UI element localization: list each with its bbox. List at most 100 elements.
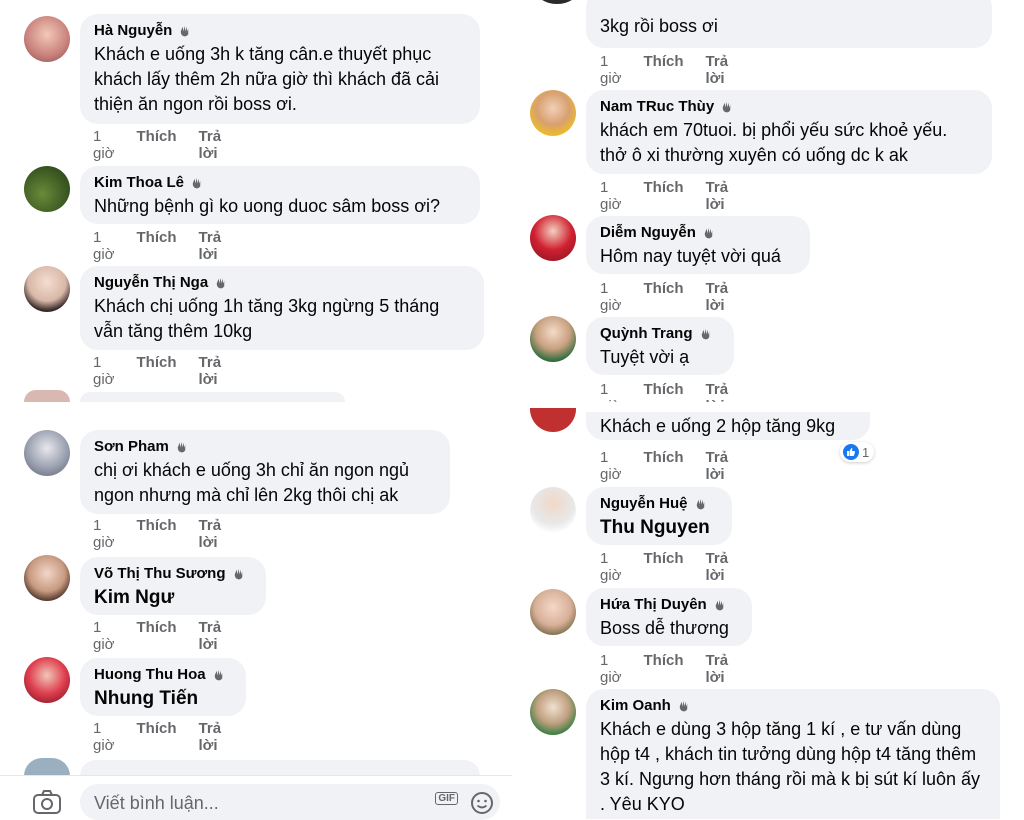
avatar[interactable]: [530, 487, 576, 533]
reply-button[interactable]: Trả lời: [199, 619, 222, 653]
avatar[interactable]: [530, 316, 576, 362]
like-button[interactable]: Thích: [137, 128, 177, 162]
comment-time[interactable]: 1 giờ: [600, 179, 622, 213]
commenter-name[interactable]: Nguyễn Huệ: [600, 495, 718, 512]
like-button[interactable]: Thích: [644, 179, 684, 213]
waving-hand-icon: [192, 177, 201, 189]
commenter-name[interactable]: Sơn Pham: [94, 438, 436, 455]
avatar[interactable]: [24, 657, 70, 703]
comment-time[interactable]: 1 giờ: [600, 280, 622, 314]
commenter-name[interactable]: Hà Nguyễn: [94, 22, 466, 39]
commenter-name[interactable]: Kim Oanh: [600, 697, 986, 714]
reply-button[interactable]: Trả lời: [199, 354, 222, 388]
reply-button[interactable]: Trả lời: [706, 652, 729, 686]
like-reaction-icon: [843, 444, 859, 460]
avatar[interactable]: [24, 266, 70, 312]
reply-button[interactable]: Trả lời: [706, 179, 729, 213]
commenter-name[interactable]: Võ Thị Thu Sương: [94, 565, 252, 582]
commenter-name-text[interactable]: Hà Nguyễn: [94, 22, 172, 39]
reply-button[interactable]: Trả lời: [706, 53, 729, 87]
gif-button[interactable]: GIF: [435, 792, 458, 805]
avatar[interactable]: [530, 589, 576, 635]
tagged-user[interactable]: Kim Ngư: [94, 585, 252, 610]
like-button[interactable]: Thích: [644, 280, 684, 314]
commenter-name-text[interactable]: Sơn Pham: [94, 438, 169, 455]
comment-time[interactable]: 1 giờ: [93, 128, 115, 162]
comment-time[interactable]: 1 giờ: [93, 229, 115, 263]
like-button[interactable]: Thích: [137, 229, 177, 263]
like-button[interactable]: Thích: [137, 720, 177, 754]
commenter-name-text[interactable]: Kim Thoa Lê: [94, 174, 184, 191]
comment-actions: 1 giờ Thích Trả lời: [600, 652, 750, 686]
commenter-name-text[interactable]: Võ Thị Thu Sương: [94, 565, 226, 582]
camera-icon[interactable]: [32, 790, 62, 814]
avatar[interactable]: [534, 0, 580, 4]
comment-input[interactable]: Viết bình luận... GIF: [80, 784, 500, 820]
comment-time[interactable]: 1 giờ: [600, 449, 622, 483]
like-button[interactable]: Thích: [644, 53, 684, 87]
waving-hand-icon: [696, 498, 704, 510]
left-comment-panel: Hà Nguyễn Khách e uống 3h k tăng cân.e t…: [0, 0, 512, 820]
commenter-name[interactable]: Nam TRuc Thùy: [600, 98, 978, 115]
commenter-name-text[interactable]: Nguyễn Thị Nga: [94, 274, 208, 291]
commenter-name-text[interactable]: Nam TRuc Thùy: [600, 98, 714, 115]
emoji-icon[interactable]: [470, 791, 494, 815]
reply-button[interactable]: Trả lời: [199, 720, 222, 754]
comment-actions: 1 giờ Thích Trả lời: [93, 128, 243, 162]
commenter-name[interactable]: Nguyễn Thị Nga: [94, 274, 470, 291]
tagged-user[interactable]: Nhung Tiến: [94, 686, 232, 711]
comment-text: Khách chị uống 1h tăng 3kg ngừng 5 tháng…: [94, 296, 440, 341]
commenter-name-text[interactable]: Diễm Nguyễn: [600, 224, 696, 241]
reply-button[interactable]: Trả lời: [706, 550, 729, 584]
comment-text: Khách e dùng 3 hộp tăng 1 kí , e tư vấn …: [600, 719, 981, 814]
comment-time[interactable]: 1 giờ: [93, 517, 115, 551]
comment-time[interactable]: 1 giờ: [600, 53, 622, 87]
comment-composer: Viết bình luận... GIF: [0, 775, 512, 820]
tagged-user[interactable]: Thu Nguyen: [600, 515, 718, 540]
reply-button[interactable]: Trả lời: [199, 128, 222, 162]
commenter-name-text[interactable]: Huong Thu Hoa: [94, 666, 206, 683]
comment-bubble: 3kg rồi boss ơi: [586, 0, 992, 48]
commenter-name-text[interactable]: Quỳnh Trang: [600, 325, 693, 342]
avatar[interactable]: [24, 555, 70, 601]
like-button[interactable]: Thích: [644, 652, 684, 686]
reply-button[interactable]: Trả lời: [199, 517, 222, 551]
commenter-name[interactable]: Hứa Thị Duyên: [600, 596, 738, 613]
comment-bubble: Quỳnh Trang Tuyệt vời ạ: [586, 317, 734, 375]
commenter-name[interactable]: Quỳnh Trang: [600, 325, 720, 342]
avatar[interactable]: [24, 166, 70, 212]
reaction-count[interactable]: 1: [840, 442, 875, 462]
reply-button[interactable]: Trả lời: [706, 280, 729, 314]
comment-time[interactable]: 1 giờ: [93, 619, 115, 653]
commenter-name-text[interactable]: Nguyễn Huệ: [600, 495, 688, 512]
comment-time[interactable]: 1 giờ: [600, 652, 622, 686]
avatar[interactable]: [24, 16, 70, 62]
commenter-name-text[interactable]: Hứa Thị Duyên: [600, 596, 707, 613]
commenter-name-text[interactable]: Kim Oanh: [600, 697, 671, 714]
waving-hand-icon: [715, 599, 723, 611]
reply-button[interactable]: Trả lời: [706, 449, 729, 483]
like-button[interactable]: Thích: [137, 517, 177, 551]
like-button[interactable]: Thích: [644, 550, 684, 584]
comment-text: Những bệnh gì ko uong duoc sâm boss ơi?: [94, 196, 441, 216]
comment-text: khách em 70tuoi. bị phổi yếu sức khoẻ yế…: [600, 120, 948, 165]
avatar[interactable]: [530, 90, 576, 136]
comment-time[interactable]: 1 giờ: [93, 720, 115, 754]
comment-time[interactable]: 1 giờ: [93, 354, 115, 388]
avatar[interactable]: [530, 215, 576, 261]
commenter-name[interactable]: Huong Thu Hoa: [94, 666, 232, 683]
like-button[interactable]: Thích: [137, 354, 177, 388]
avatar[interactable]: [24, 430, 70, 476]
reply-button[interactable]: Trả lời: [199, 229, 222, 263]
comment-bubble: Huong Thu Hoa Nhung Tiến: [80, 658, 246, 716]
comment-time[interactable]: 1 giờ: [600, 550, 622, 584]
like-button[interactable]: Thích: [137, 619, 177, 653]
commenter-name[interactable]: Diễm Nguyễn: [600, 224, 796, 241]
comment-bubble: Nguyễn Huệ Thu Nguyen: [586, 487, 732, 545]
comment-bubble: Hứa Thị Duyên Boss dễ thương: [586, 588, 752, 646]
like-button[interactable]: Thích: [644, 449, 684, 483]
avatar[interactable]: [530, 408, 576, 432]
commenter-name[interactable]: Kim Thoa Lê: [94, 174, 466, 191]
comment-bubble: Nguyễn Thị Nga Khách chị uống 1h tăng 3k…: [80, 266, 484, 350]
avatar[interactable]: [530, 689, 576, 735]
